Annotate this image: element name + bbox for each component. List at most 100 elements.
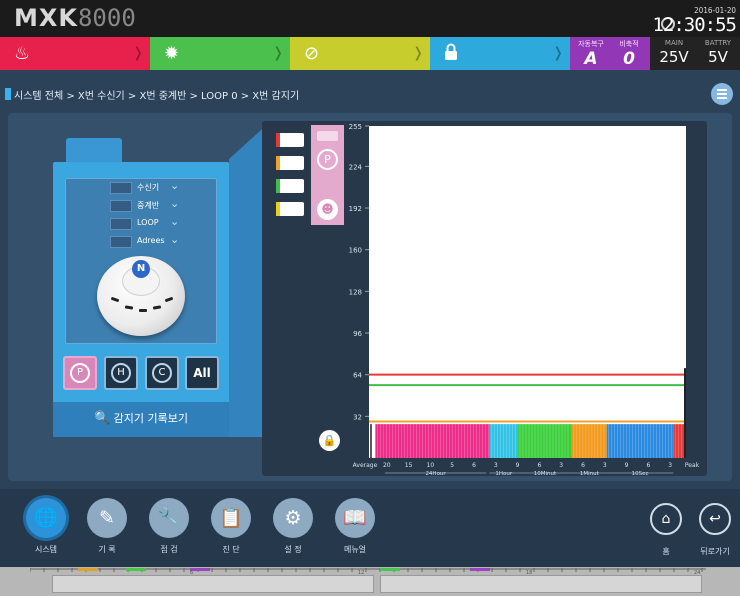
detector-vent	[152, 305, 162, 310]
selector-tab	[66, 138, 122, 162]
x-tick-label: 20	[383, 462, 391, 469]
mode-c-button[interactable]: C	[145, 356, 179, 390]
x-tick-label: 6	[472, 462, 476, 469]
loop-label: LOOP	[137, 218, 159, 227]
no-entry-icon: ⊘	[304, 43, 320, 64]
breadcrumb[interactable]: 시스템 전체 > X번 수신기 > X번 중계반 > LOOP 0 > X번 감…	[14, 87, 299, 102]
battery-voltage-label: BATTRY	[704, 39, 732, 47]
nav-settings-label: 설 정	[284, 545, 302, 554]
power-panel: MAIN 25V BATTRY 5V	[650, 37, 740, 70]
x-tick-label: 5	[450, 462, 454, 469]
nav-manual-button[interactable]: 📖 메뉴얼	[332, 498, 378, 555]
nav-inspection-button[interactable]: 🔧 점 검	[146, 498, 192, 555]
x-tick-label: 3	[668, 462, 672, 469]
chevron-down-icon: ⌄	[170, 215, 180, 228]
lock-icon	[444, 43, 458, 66]
legend-marker	[276, 156, 280, 170]
nav-inspection-label: 점 검	[160, 545, 178, 554]
x-group-label: 1Minut	[580, 471, 600, 477]
level-segment	[606, 424, 674, 458]
mode-panel: 자동복구 A 비축적 0	[570, 37, 650, 70]
nav-system-button[interactable]: 🌐 시스템	[23, 498, 69, 555]
nav-diagnosis-button[interactable]: 📋 진 단	[208, 498, 254, 555]
timeline-slot-left[interactable]	[52, 575, 374, 593]
fire-status-tab[interactable]: ♨ ❭	[0, 37, 150, 70]
chevron-right-icon: ❭	[412, 45, 424, 61]
smoke-detector-image: N	[97, 256, 185, 336]
chevron-down-icon: ⌄	[170, 179, 180, 192]
list-icon-line	[717, 97, 727, 99]
x-tick-label: 15	[405, 462, 413, 469]
main-voltage-label: MAIN	[664, 39, 684, 47]
x-tick-label: 3	[494, 462, 498, 469]
gear-icon: ⚙	[273, 498, 313, 538]
list-icon	[717, 89, 727, 91]
x-tick-label: Peak	[685, 462, 700, 469]
supervisory-status-tab[interactable]: ⊘ ❭	[290, 37, 430, 70]
mode-c-label: C	[152, 363, 172, 383]
flame-icon: ♨	[14, 43, 31, 64]
chevron-right-icon: ❭	[552, 45, 564, 61]
trouble-status-tab[interactable]: ✹ ❭	[150, 37, 290, 70]
chevron-right-icon: ❭	[272, 45, 284, 61]
mode-all-button[interactable]: All	[185, 356, 219, 390]
y-tick-label: 96	[353, 330, 362, 338]
nav-record-button[interactable]: ✎ 기 록	[84, 498, 130, 555]
x-group-label: 10Minut	[534, 471, 557, 477]
home-button[interactable]: ⌂ 홈	[648, 503, 684, 557]
nav-settings-button[interactable]: ⚙ 설 정	[270, 498, 316, 555]
security-status-tab[interactable]: ❭	[430, 37, 570, 70]
battery-voltage: BATTRY 5V	[696, 39, 740, 67]
detector-history-button[interactable]: 🔍 감지기 기록보기	[53, 402, 229, 437]
loop-value-box	[110, 218, 132, 230]
app-logo: MXK8000	[14, 4, 136, 32]
legend-item-pre-alarm[interactable]	[276, 156, 304, 170]
legend-item-fire[interactable]	[276, 133, 304, 147]
chevron-down-icon: ⌄	[170, 233, 180, 246]
x-tick-label: 9	[516, 462, 520, 469]
chart-lock-icon[interactable]: 🔒	[319, 430, 340, 451]
detector-vent	[124, 305, 134, 310]
p-value-bar	[317, 131, 338, 141]
x-tick-label: 6	[581, 462, 585, 469]
ruler-label: 12	[358, 570, 364, 574]
mode-all-label: All	[193, 366, 211, 380]
detector-vent	[164, 296, 174, 303]
detector-vent	[110, 296, 120, 303]
legend-item-warning[interactable]	[276, 202, 304, 216]
x-tick-label: 9	[625, 462, 629, 469]
timeline-slot-right[interactable]	[380, 575, 702, 593]
nav-diagnosis-label: 진 단	[222, 545, 240, 554]
mode-h-button[interactable]: H	[104, 356, 138, 390]
ruler-event-marker	[380, 568, 400, 571]
back-arrow-icon: ↩	[699, 503, 731, 535]
list-menu-button[interactable]	[711, 83, 733, 105]
back-button[interactable]: ↩ 뒤로가기	[697, 503, 733, 557]
person-icon[interactable]: ☻	[317, 199, 338, 220]
non-accumulation-value: 0	[623, 49, 635, 69]
y-tick-label: 128	[349, 288, 362, 296]
y-tick-label: 64	[353, 372, 362, 380]
legend-marker	[276, 179, 280, 193]
non-accumulation-label: 비축적	[619, 40, 639, 48]
x-group-label: 24Hour	[425, 471, 446, 477]
auto-restore-label: 자동복구	[578, 40, 604, 48]
gear-icon: ✹	[164, 43, 180, 64]
ruler-event-marker	[470, 568, 490, 571]
ruler-label: 6	[190, 570, 193, 574]
mode-p-button[interactable]: P	[63, 356, 97, 390]
current-time: 12:30:55	[652, 14, 737, 36]
y-tick-label: 255	[349, 123, 362, 131]
legend-item-normal[interactable]	[276, 179, 304, 193]
wrench-icon: 🔧	[149, 498, 189, 538]
address-value-box	[110, 236, 132, 248]
legend-marker	[276, 133, 280, 147]
non-accumulation-indicator[interactable]: 비축적 0	[610, 39, 648, 69]
auto-restore-value: A	[584, 49, 598, 69]
mode-p-label: P	[70, 363, 90, 383]
search-icon: 🔍	[93, 411, 111, 426]
auto-restore-indicator[interactable]: 자동복구 A	[572, 39, 610, 69]
clipboard-icon: 📋	[211, 498, 251, 538]
ruler-event-marker	[78, 568, 98, 571]
nav-record-label: 기 록	[98, 545, 116, 554]
